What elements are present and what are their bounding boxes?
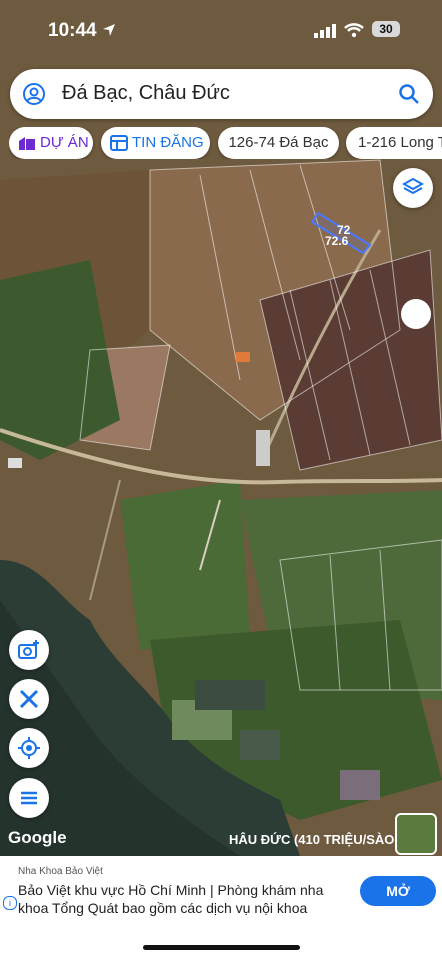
menu-icon [21,791,37,805]
chip-du-an[interactable]: DỰ ÁN [9,127,93,159]
ad-open-button[interactable]: MỞ [360,876,436,906]
info-icon[interactable]: i [3,896,17,910]
layers-icon [402,177,424,195]
menu-button[interactable] [9,778,49,818]
chip-parcel-2[interactable]: 1-216 Long T [346,127,442,159]
home-indicator-area [0,926,442,960]
chip-parcel-1[interactable]: 126-74 Đá Bạc [218,127,339,159]
signal-icon [314,24,336,38]
google-attribution: Google [8,828,67,847]
ad-banner[interactable]: Nha Khoa Bảo Việt Bảo Việt khu vực Hồ Ch… [0,856,442,926]
map-type-thumbnail[interactable] [395,813,437,855]
my-location-icon [18,737,40,759]
account-icon[interactable] [22,82,46,106]
ruler-icon [19,689,39,709]
ad-text: Bảo Việt khu vực Hồ Chí Minh | Phòng khá… [18,882,324,916]
compass-button[interactable] [401,299,431,329]
ad-sponsor: Nha Khoa Bảo Việt [18,866,103,877]
status-time: 10:44 [48,20,97,41]
photo-button[interactable] [9,630,49,670]
chip-tin-dang[interactable]: TIN ĐĂNG [101,127,210,159]
battery-indicator: 30 [372,21,400,37]
home-indicator[interactable] [143,945,300,950]
layers-button[interactable] [393,168,433,208]
satellite-map[interactable]: 72 72.6 10:44 30 Đá Bạc, Châu Đức DỰ ÁN … [0,0,442,856]
location-arrow-icon [103,24,115,36]
listing-icon [110,135,128,151]
building-icon [19,137,35,150]
status-bar: 10:44 30 [0,0,442,60]
measure-label-b: 72.6 [325,234,349,248]
my-location-button[interactable] [9,728,49,768]
wifi-icon [344,23,364,38]
filter-chips: DỰ ÁN TIN ĐĂNG 126-74 Đá Bạc 1-216 Long … [9,127,442,159]
chip-label: DỰ ÁN [40,134,89,151]
search-icon[interactable] [398,83,420,105]
camera-add-icon [18,640,39,659]
chip-label: 126-74 Đá Bạc [228,134,329,151]
chip-label: 1-216 Long T [358,134,442,151]
search-input[interactable]: Đá Bạc, Châu Đức [62,82,230,105]
measure-button[interactable] [9,679,49,719]
chip-label: TIN ĐĂNG [132,134,204,151]
search-bar[interactable]: Đá Bạc, Châu Đức [10,69,433,119]
